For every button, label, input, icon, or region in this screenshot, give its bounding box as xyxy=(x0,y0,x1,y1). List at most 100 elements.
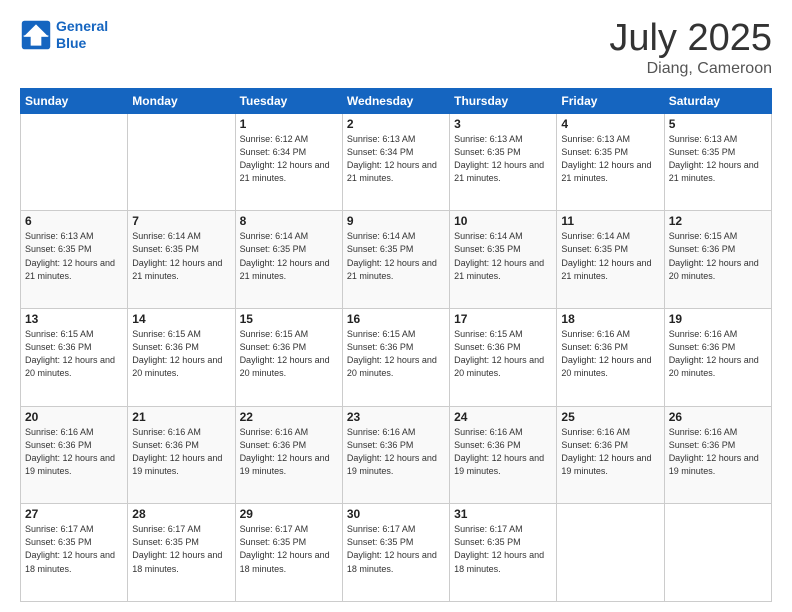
table-row: 19 Sunrise: 6:16 AM Sunset: 6:36 PM Dayli… xyxy=(664,309,771,407)
col-friday: Friday xyxy=(557,88,664,113)
table-row xyxy=(557,504,664,602)
day-info: Sunrise: 6:16 AM Sunset: 6:36 PM Dayligh… xyxy=(347,426,445,478)
day-info: Sunrise: 6:16 AM Sunset: 6:36 PM Dayligh… xyxy=(240,426,338,478)
day-info: Sunrise: 6:17 AM Sunset: 6:35 PM Dayligh… xyxy=(454,523,552,575)
table-row: 16Sunrise: 6:15 AM Sunset: 6:36 PM Dayli… xyxy=(342,309,449,407)
table-row: 24 Sunrise: 6:16 AM Sunset: 6:36 PM Dayli… xyxy=(450,406,557,504)
col-wednesday: Wednesday xyxy=(342,88,449,113)
day-info: Sunrise: 6:17 AM Sunset: 6:35 PM Dayligh… xyxy=(347,523,445,575)
day-info: Sunrise: 6:17 AM Sunset: 6:35 PM Dayligh… xyxy=(132,523,230,575)
day-number: 13 xyxy=(25,312,123,326)
table-row: 2 Sunrise: 6:13 AM Sunset: 6:34 PM Daylig… xyxy=(342,113,449,211)
day-number: 7 xyxy=(132,214,230,228)
day-info: Sunrise: 6:14 AM Sunset: 6:35 PM Dayligh… xyxy=(347,230,445,282)
day-number: 25 xyxy=(561,410,659,424)
table-row: 4 Sunrise: 6:13 AM Sunset: 6:35 PM Daylig… xyxy=(557,113,664,211)
day-info: Sunrise: 6:17 AM Sunset: 6:35 PM Dayligh… xyxy=(240,523,338,575)
table-row: 26Sunrise: 6:16 AM Sunset: 6:36 PM Dayli… xyxy=(664,406,771,504)
day-info: Sunrise: 6:13 AM Sunset: 6:35 PM Dayligh… xyxy=(669,133,767,185)
logo-icon xyxy=(20,19,52,51)
logo: General Blue xyxy=(20,18,108,52)
day-number: 23 xyxy=(347,410,445,424)
calendar-week-row: 13 Sunrise: 6:15 AM Sunset: 6:36 PM Dayli… xyxy=(21,309,772,407)
day-info: Sunrise: 6:16 AM Sunset: 6:36 PM Dayligh… xyxy=(561,426,659,478)
day-number: 4 xyxy=(561,117,659,131)
table-row: 31 Sunrise: 6:17 AM Sunset: 6:35 PM Dayli… xyxy=(450,504,557,602)
day-number: 2 xyxy=(347,117,445,131)
table-row: 25 Sunrise: 6:16 AM Sunset: 6:36 PM Dayli… xyxy=(557,406,664,504)
col-tuesday: Tuesday xyxy=(235,88,342,113)
day-info: Sunrise: 6:15 AM Sunset: 6:36 PM Dayligh… xyxy=(240,328,338,380)
day-info: Sunrise: 6:13 AM Sunset: 6:34 PM Dayligh… xyxy=(347,133,445,185)
day-info: Sunrise: 6:15 AM Sunset: 6:36 PM Dayligh… xyxy=(454,328,552,380)
calendar-week-row: 1 Sunrise: 6:12 AM Sunset: 6:34 PM Daylig… xyxy=(21,113,772,211)
day-info: Sunrise: 6:16 AM Sunset: 6:36 PM Dayligh… xyxy=(669,328,767,380)
table-row xyxy=(128,113,235,211)
day-number: 10 xyxy=(454,214,552,228)
day-number: 30 xyxy=(347,507,445,521)
day-number: 14 xyxy=(132,312,230,326)
table-row: 10Sunrise: 6:14 AM Sunset: 6:35 PM Dayli… xyxy=(450,211,557,309)
day-info: Sunrise: 6:13 AM Sunset: 6:35 PM Dayligh… xyxy=(25,230,123,282)
table-row: 3 Sunrise: 6:13 AM Sunset: 6:35 PM Daylig… xyxy=(450,113,557,211)
day-number: 18 xyxy=(561,312,659,326)
day-number: 22 xyxy=(240,410,338,424)
day-info: Sunrise: 6:16 AM Sunset: 6:36 PM Dayligh… xyxy=(454,426,552,478)
day-info: Sunrise: 6:16 AM Sunset: 6:36 PM Dayligh… xyxy=(669,426,767,478)
day-info: Sunrise: 6:14 AM Sunset: 6:35 PM Dayligh… xyxy=(132,230,230,282)
month-title: July 2025 xyxy=(609,18,772,60)
table-row: 11Sunrise: 6:14 AM Sunset: 6:35 PM Dayli… xyxy=(557,211,664,309)
table-row: 23 Sunrise: 6:16 AM Sunset: 6:36 PM Dayli… xyxy=(342,406,449,504)
day-number: 5 xyxy=(669,117,767,131)
table-row: 8Sunrise: 6:14 AM Sunset: 6:35 PM Daylig… xyxy=(235,211,342,309)
day-number: 17 xyxy=(454,312,552,326)
day-info: Sunrise: 6:12 AM Sunset: 6:34 PM Dayligh… xyxy=(240,133,338,185)
day-number: 6 xyxy=(25,214,123,228)
table-row: 29Sunrise: 6:17 AM Sunset: 6:35 PM Dayli… xyxy=(235,504,342,602)
day-number: 21 xyxy=(132,410,230,424)
title-block: July 2025 Diang, Cameroon xyxy=(609,18,772,78)
day-number: 16 xyxy=(347,312,445,326)
day-number: 3 xyxy=(454,117,552,131)
day-number: 20 xyxy=(25,410,123,424)
col-monday: Monday xyxy=(128,88,235,113)
day-number: 9 xyxy=(347,214,445,228)
page: General Blue July 2025 Diang, Cameroon S… xyxy=(0,0,792,612)
table-row: 20Sunrise: 6:16 AM Sunset: 6:36 PM Dayli… xyxy=(21,406,128,504)
calendar-header-row: Sunday Monday Tuesday Wednesday Thursday… xyxy=(21,88,772,113)
day-info: Sunrise: 6:13 AM Sunset: 6:35 PM Dayligh… xyxy=(561,133,659,185)
header: General Blue July 2025 Diang, Cameroon xyxy=(20,18,772,78)
table-row: 7 Sunrise: 6:14 AM Sunset: 6:35 PM Daylig… xyxy=(128,211,235,309)
logo-line1: General xyxy=(56,18,108,34)
table-row: 14Sunrise: 6:15 AM Sunset: 6:36 PM Dayli… xyxy=(128,309,235,407)
logo-line2: Blue xyxy=(56,35,86,51)
table-row xyxy=(664,504,771,602)
table-row: 6 Sunrise: 6:13 AM Sunset: 6:35 PM Daylig… xyxy=(21,211,128,309)
table-row: 17 Sunrise: 6:15 AM Sunset: 6:36 PM Dayli… xyxy=(450,309,557,407)
table-row: 30 Sunrise: 6:17 AM Sunset: 6:35 PM Dayli… xyxy=(342,504,449,602)
day-info: Sunrise: 6:15 AM Sunset: 6:36 PM Dayligh… xyxy=(669,230,767,282)
table-row: 9 Sunrise: 6:14 AM Sunset: 6:35 PM Daylig… xyxy=(342,211,449,309)
calendar-week-row: 20 Sunrise: 6:16 AM Sunset: 6:36 PM Dayli… xyxy=(21,406,772,504)
col-sunday: Sunday xyxy=(21,88,128,113)
day-number: 1 xyxy=(240,117,338,131)
logo-text: General Blue xyxy=(56,18,108,52)
day-info: Sunrise: 6:15 AM Sunset: 6:36 PM Dayligh… xyxy=(25,328,123,380)
table-row: 12 Sunrise: 6:15 AM Sunset: 6:36 PM Dayli… xyxy=(664,211,771,309)
table-row: 28Sunrise: 6:17 AM Sunset: 6:35 PM Dayli… xyxy=(128,504,235,602)
col-thursday: Thursday xyxy=(450,88,557,113)
col-saturday: Saturday xyxy=(664,88,771,113)
table-row: 13 Sunrise: 6:15 AM Sunset: 6:36 PM Dayli… xyxy=(21,309,128,407)
day-info: Sunrise: 6:13 AM Sunset: 6:35 PM Dayligh… xyxy=(454,133,552,185)
day-info: Sunrise: 6:14 AM Sunset: 6:35 PM Dayligh… xyxy=(240,230,338,282)
day-number: 19 xyxy=(669,312,767,326)
table-row: 15 Sunrise: 6:15 AM Sunset: 6:36 PM Dayli… xyxy=(235,309,342,407)
table-row: 5 Sunrise: 6:13 AM Sunset: 6:35 PM Daylig… xyxy=(664,113,771,211)
location-title: Diang, Cameroon xyxy=(609,60,772,78)
day-number: 12 xyxy=(669,214,767,228)
day-number: 24 xyxy=(454,410,552,424)
day-number: 31 xyxy=(454,507,552,521)
calendar-week-row: 27Sunrise: 6:17 AM Sunset: 6:35 PM Dayli… xyxy=(21,504,772,602)
day-info: Sunrise: 6:14 AM Sunset: 6:35 PM Dayligh… xyxy=(561,230,659,282)
day-number: 15 xyxy=(240,312,338,326)
